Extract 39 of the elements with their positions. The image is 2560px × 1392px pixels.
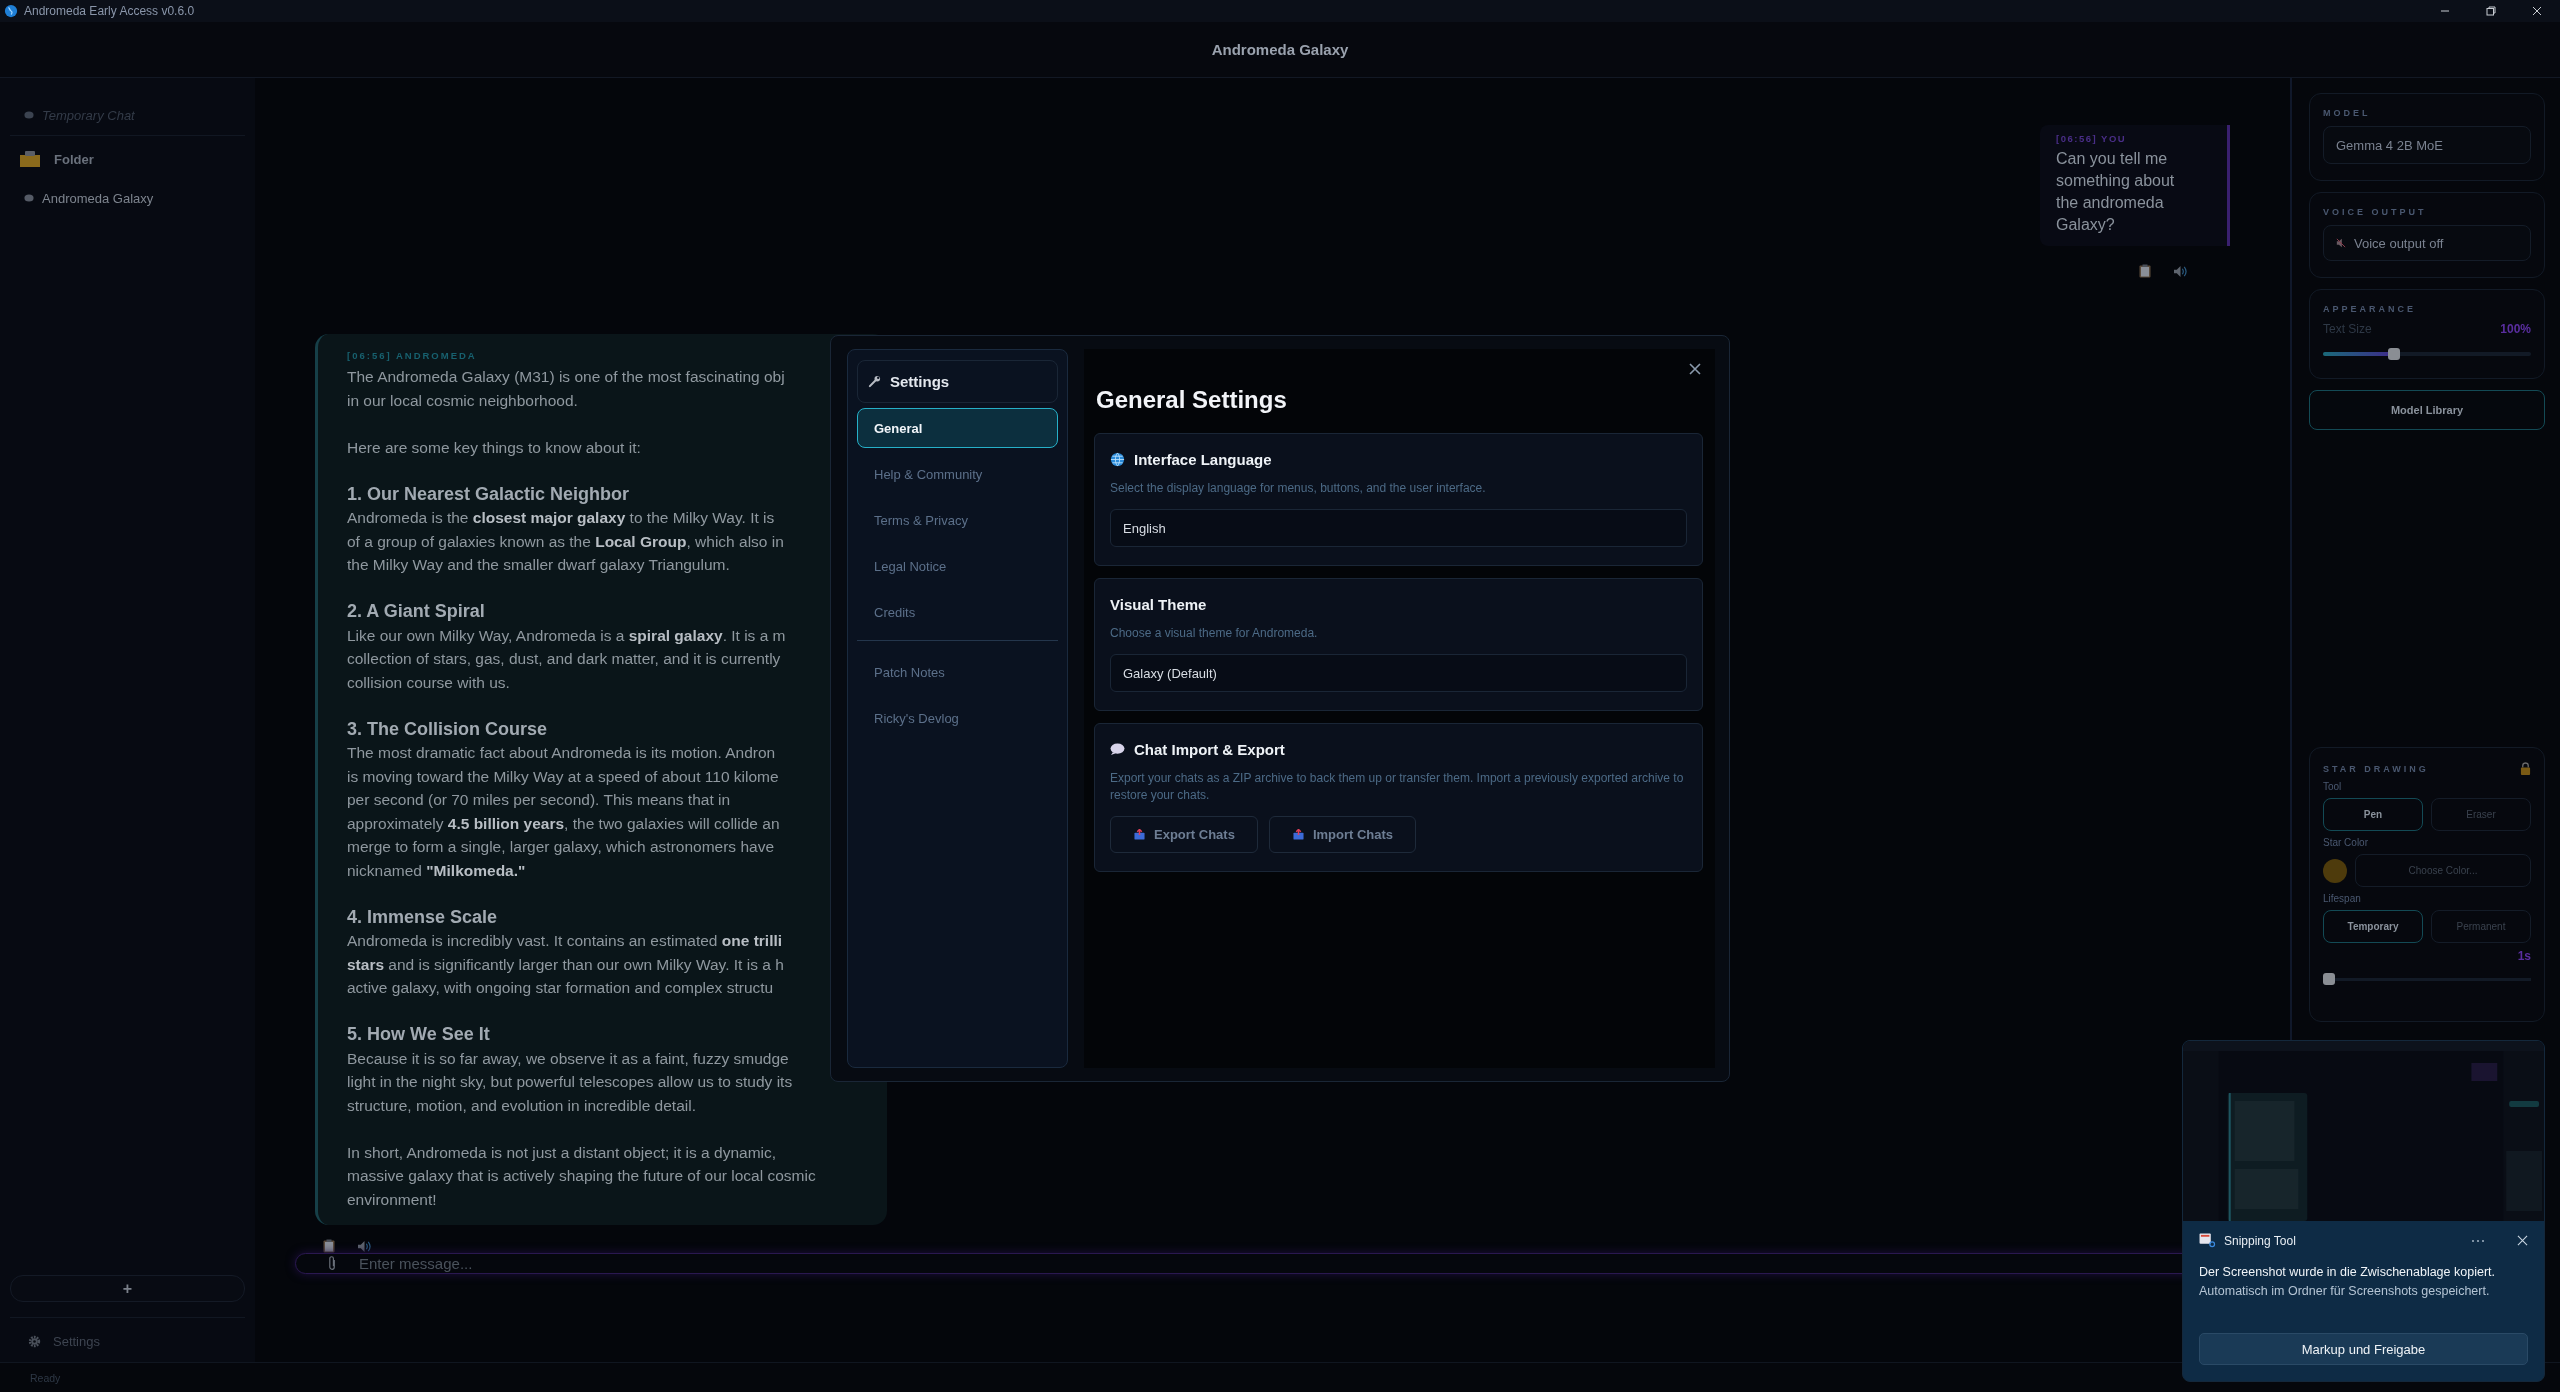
message-label: [06:56] ANDROMEDA [347, 350, 478, 361]
message-paragraph: Andromeda is incredibly vast. It contains an estimated one trilli stars and is significantly larger than our own Milky Way. It is a h active galaxy, with ongoing star formation and complex structu [347, 931, 784, 998]
chat-title: Andromeda Galaxy [1211, 41, 1349, 58]
section-label: APPEARANCE [2323, 304, 2417, 314]
section-title: Visual Theme [1110, 596, 1207, 613]
message-heading: 3. The Collision Course [347, 717, 549, 741]
message-paragraph: Here are some key things to know about it: [347, 437, 641, 458]
section-description: Select the display language for menus, buttons, and the user interface. [1110, 480, 1487, 497]
window-title: Andromeda Early Access v0.6.0 [24, 4, 195, 18]
section-label: MODEL [2323, 108, 2372, 118]
status-text: Ready [30, 1371, 61, 1384]
message-heading: 4. Immense Scale [347, 905, 499, 929]
page-title: General Settings [1096, 385, 1288, 415]
lifespan-label: Lifespan [2323, 893, 2362, 904]
notification-detail: Automatisch im Ordner für Screenshots gespeichert. [2199, 1283, 2491, 1300]
message-heading: 5. How We See It [347, 1023, 491, 1046]
tool-label: Tool [2323, 781, 2343, 792]
message-paragraph: In short, Andromeda is not just a distant object; it is a dynamic, massive galaxy that is actively shaping the future of our local cosmic environment! [347, 1142, 816, 1210]
section-description: Choose a visual theme for Andromeda. [1110, 625, 1319, 642]
app-name: Snipping Tool [2224, 1233, 2296, 1248]
star-color-label: Star Color [2323, 837, 2369, 848]
lifespan-value: 1s [2517, 949, 2531, 963]
message-paragraph: The Andromeda Galaxy (M31) is one of the most fascinating obj in our local cosmic neighborhood. [347, 367, 785, 411]
message-text: Can you tell me something about the andromeda Galaxy? [2056, 149, 2176, 235]
section-label: STAR DRAWING [2323, 763, 2429, 774]
message-paragraph: Like our own Milky Way, Andromeda is a spiral galaxy. It is a m collection of stars, gas, dust, and dark matter, and it is currently collision course with us. [347, 625, 786, 693]
settings-title: Settings [890, 373, 950, 390]
message-label: [06:56] YOU [2056, 133, 2128, 144]
message-paragraph: Andromeda is the closest major galaxy to the Milky Way. It is of a group of galaxies known as the Local Group, which also in the Milky Way and the smaller dwarf galaxy Triangulum. [347, 508, 784, 575]
setting-value: 100% [2500, 322, 2531, 336]
message-paragraph: The most dramatic fact about Andromeda is its motion. Andron is moving toward the Milky Way at a speed of about 110 kilome per second (or 70 miles per second). This means that in approximately 4.5 billion years, the two galaxies will collide an merge to form a single, larger galaxy, which astronomers have nicknamed "Milkomeda." [347, 743, 780, 881]
message-heading: 1. Our Nearest Galactic Neighbor [347, 482, 631, 506]
notification-message: Der Screenshot wurde in die Zwischenablage kopiert. [2199, 1264, 2496, 1281]
section-description: Export your chats as a ZIP archive to back them up or transfer them. Import a previously exported archive to restore your chats. [1110, 770, 1685, 804]
section-label: VOICE OUTPUT [2323, 207, 2428, 217]
setting-label: Text Size [2323, 322, 2372, 336]
message-paragraph: Because it is so far away, we observe it as a faint, fuzzy smudge light in the night sky, but powerful telescopes allow us to study its structure, motion, and evolution in incredible detail. [347, 1048, 793, 1116]
section-title: Interface Language [1134, 451, 1272, 468]
section-title: Chat Import & Export [1134, 741, 1285, 758]
